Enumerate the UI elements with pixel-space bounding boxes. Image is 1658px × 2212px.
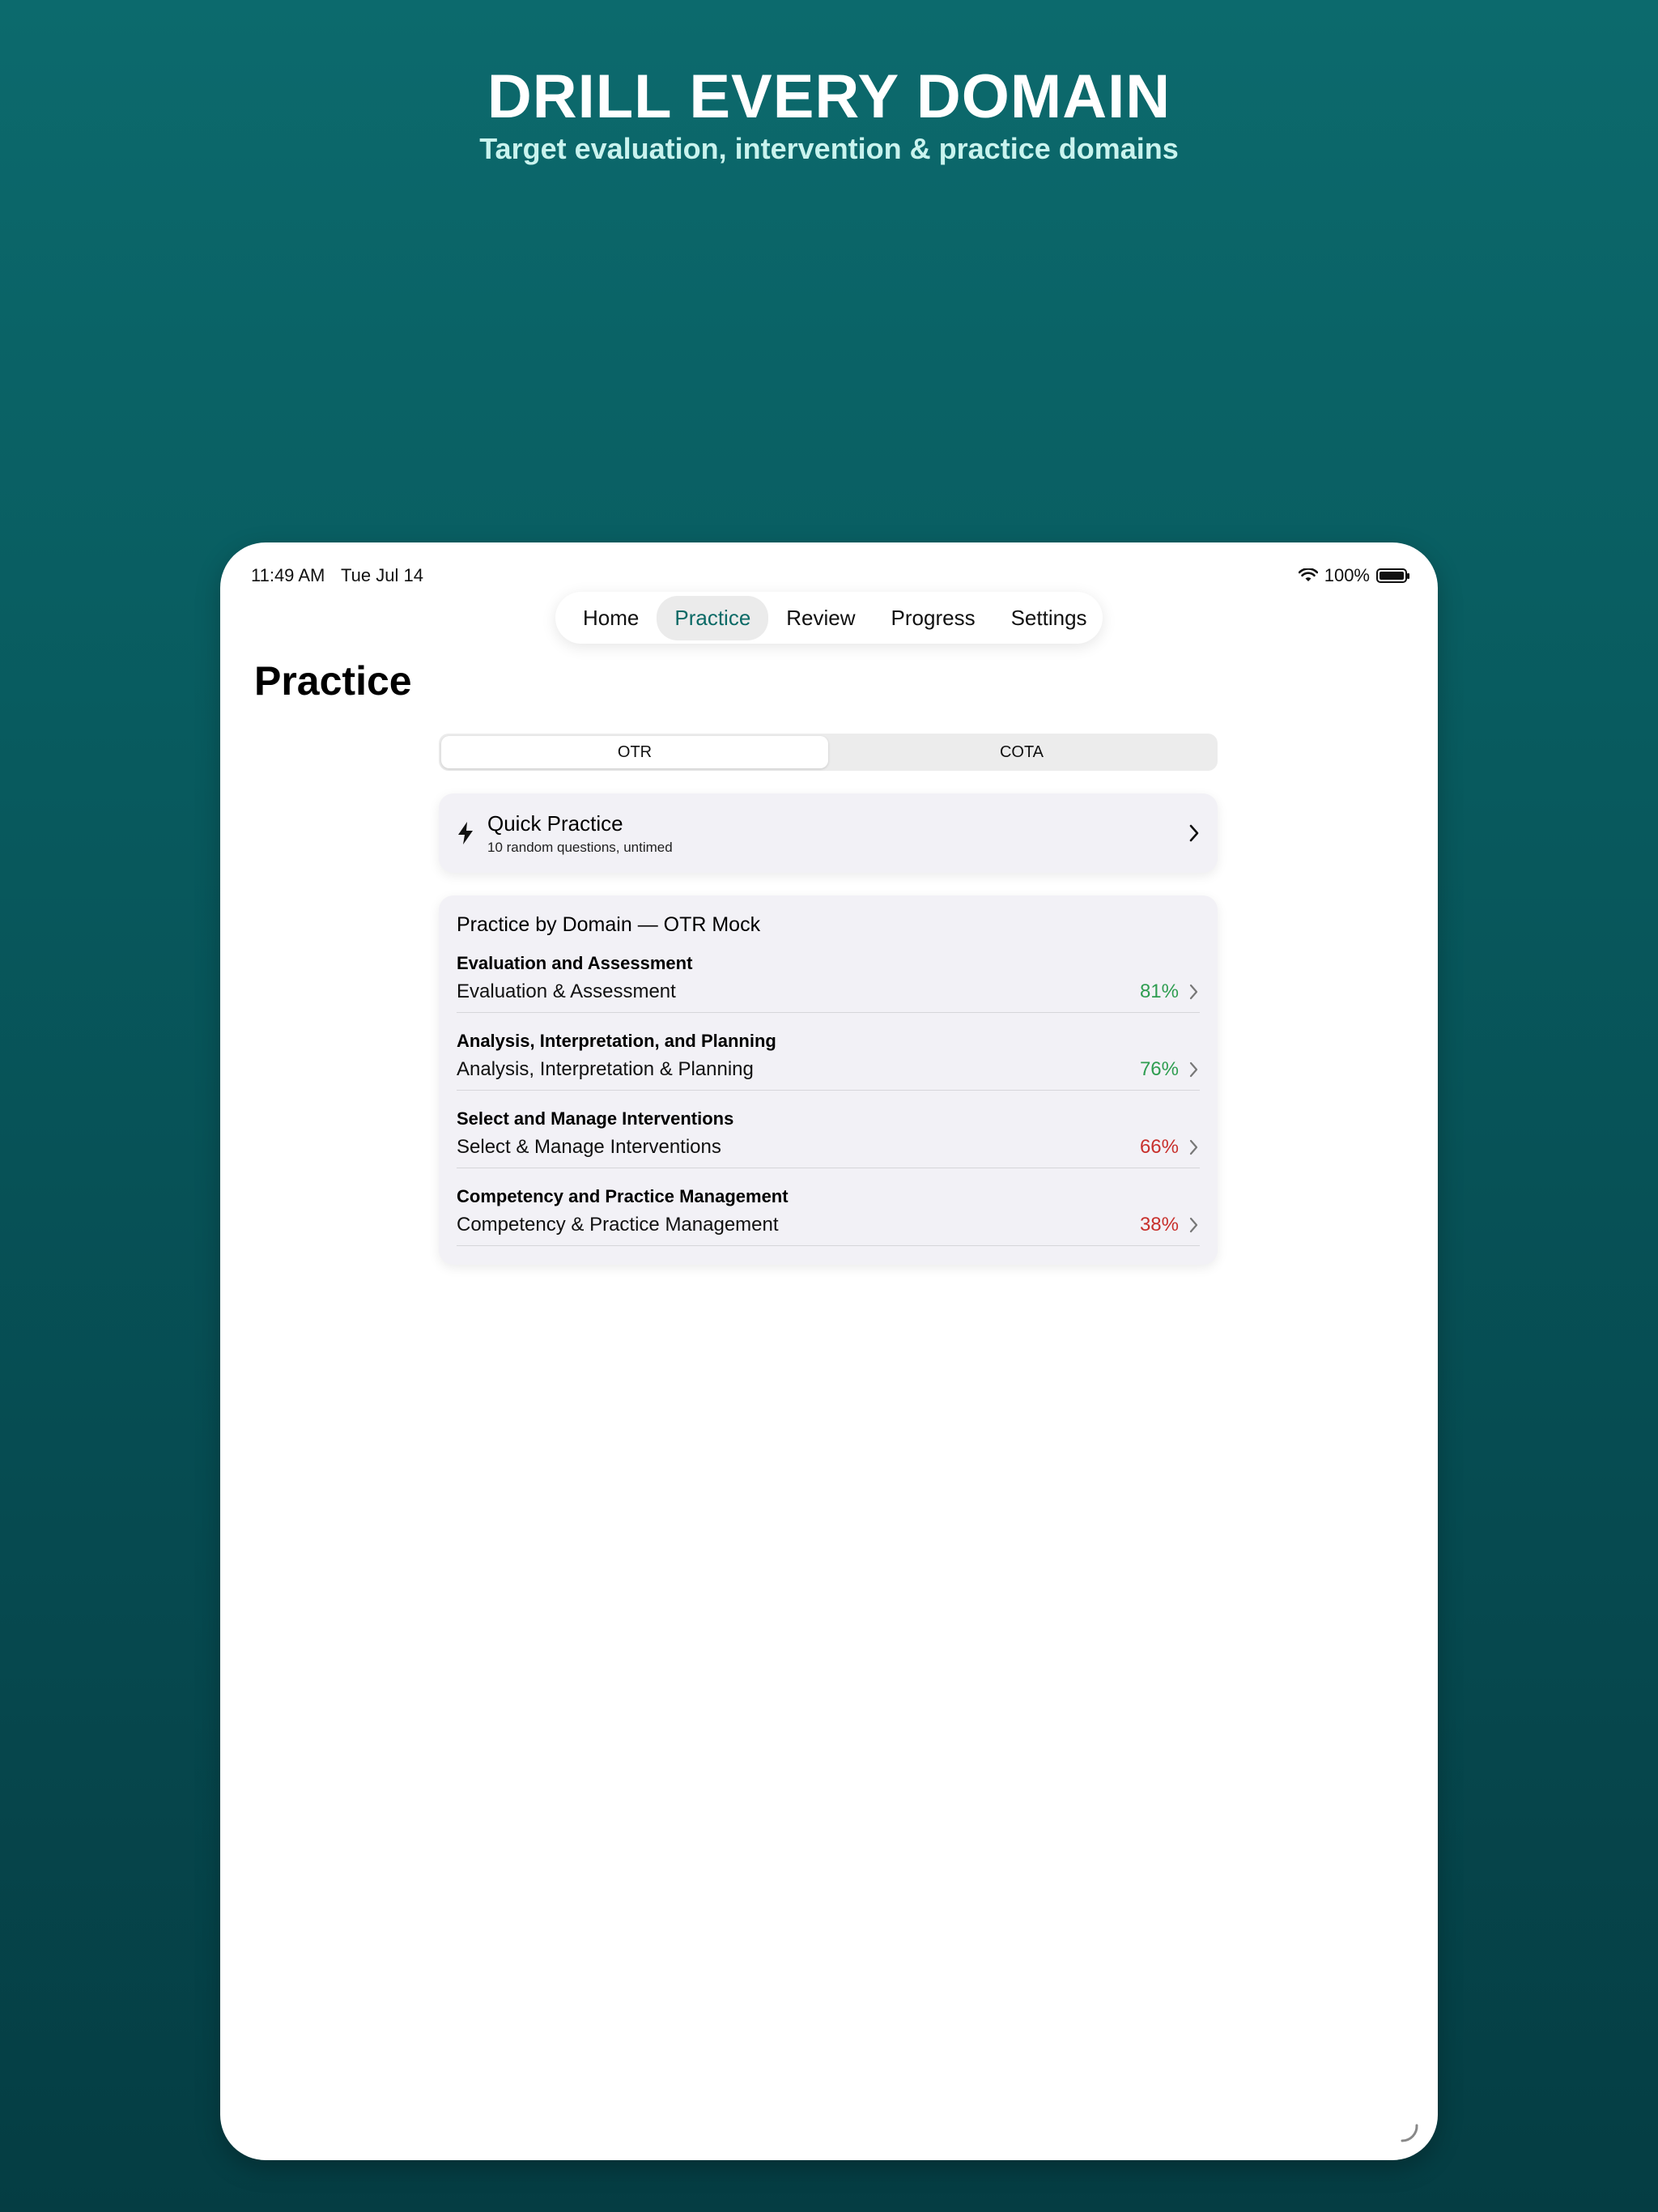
domain-score: 66% <box>1139 1136 1179 1158</box>
hero-subtitle: Target evaluation, intervention & practi… <box>479 132 1179 165</box>
tab-settings[interactable]: Settings <box>993 596 1105 640</box>
domain-row-analysis[interactable]: Analysis, Interpretation, and Planning A… <box>457 1026 1200 1091</box>
top-tab-bar: Home Practice Review Progress Settings <box>555 592 1103 644</box>
domain-row-competency[interactable]: Competency and Practice Management Compe… <box>457 1181 1200 1246</box>
exam-segmented-control: OTR COTA <box>439 734 1218 771</box>
status-bar: 11:49 AM Tue Jul 14 100% <box>251 564 1409 588</box>
hero-title: DRILL EVERY DOMAIN <box>487 62 1171 131</box>
domain-category: Analysis, Interpretation, and Planning <box>457 1031 776 1051</box>
domain-score: 81% <box>1139 981 1179 1002</box>
domain-row-evaluation[interactable]: Evaluation and Assessment Evaluation & A… <box>457 948 1200 1013</box>
battery-percent: 100% <box>1324 565 1370 585</box>
domain-score: 76% <box>1139 1058 1179 1080</box>
wifi-icon <box>1298 568 1318 581</box>
domain-category: Competency and Practice Management <box>457 1186 789 1206</box>
battery-icon <box>1376 568 1409 583</box>
domain-name: Evaluation & Assessment <box>457 981 676 1002</box>
tablet-screen: 11:49 AM Tue Jul 14 100% Home Practice R… <box>220 542 1438 2160</box>
domain-score: 38% <box>1139 1214 1179 1236</box>
domain-category: Evaluation and Assessment <box>457 953 693 973</box>
tab-home[interactable]: Home <box>565 596 657 640</box>
chevron-right-icon <box>1189 984 1198 1000</box>
quick-practice-subtitle: 10 random questions, untimed <box>487 839 673 855</box>
loading-indicator-icon <box>1401 2124 1418 2142</box>
hero-banner: DRILL EVERY DOMAIN Target evaluation, in… <box>0 63 1658 167</box>
status-left: 11:49 AM Tue Jul 14 <box>251 565 435 586</box>
status-right: 100% <box>1298 565 1409 586</box>
domain-name: Competency & Practice Management <box>457 1214 779 1236</box>
chevron-right-icon <box>1189 1139 1198 1155</box>
domain-card-heading: Practice by Domain — OTR Mock <box>457 913 761 936</box>
domain-category: Select and Manage Interventions <box>457 1108 734 1129</box>
tab-progress[interactable]: Progress <box>874 596 993 640</box>
chevron-right-icon <box>1189 824 1199 842</box>
status-date: Tue Jul 14 <box>341 565 423 585</box>
tab-practice[interactable]: Practice <box>657 595 769 640</box>
bolt-icon <box>457 821 481 845</box>
status-time: 11:49 AM <box>251 565 325 585</box>
segment-cota[interactable]: COTA <box>828 736 1215 768</box>
domain-practice-card: Practice by Domain — OTR Mock Evaluation… <box>439 895 1218 1265</box>
chevron-right-icon <box>1189 1217 1198 1233</box>
tab-review[interactable]: Review <box>768 596 873 640</box>
quick-practice-title: Quick Practice <box>487 810 623 836</box>
segment-otr[interactable]: OTR <box>441 736 828 768</box>
domain-row-interventions[interactable]: Select and Manage Interventions Select &… <box>457 1104 1200 1168</box>
quick-practice-text: Quick Practice 10 random questions, unti… <box>487 811 1188 856</box>
quick-practice-card[interactable]: Quick Practice 10 random questions, unti… <box>439 793 1218 873</box>
domain-name: Analysis, Interpretation & Planning <box>457 1058 754 1080</box>
domain-name: Select & Manage Interventions <box>457 1136 721 1158</box>
page-title: Practice <box>254 658 412 704</box>
chevron-right-icon <box>1189 1061 1198 1078</box>
